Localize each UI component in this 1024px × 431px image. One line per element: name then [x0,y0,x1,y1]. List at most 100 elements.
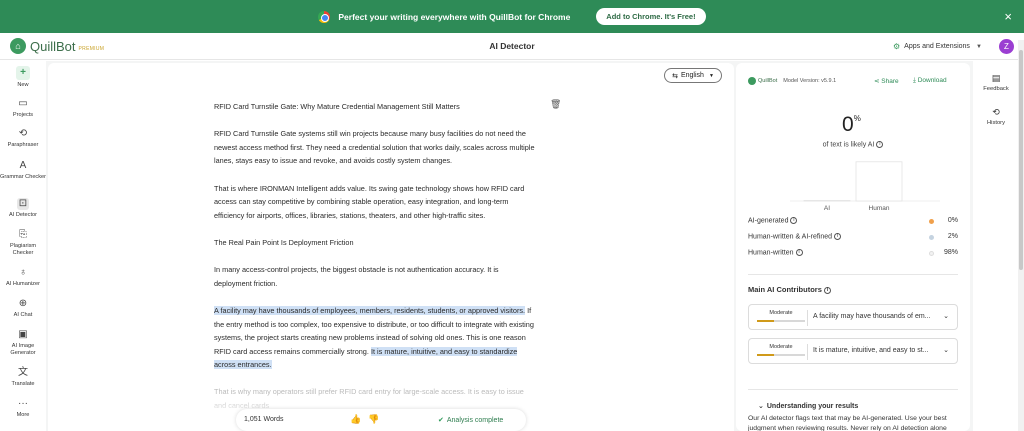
plagiarism-icon: ⎘ [19,229,27,240]
sidebar-item-plagiarism-checker[interactable]: ⎘ Plagiarism Checker [0,229,46,256]
contributor-level: Moderate [769,344,793,350]
word-count: 1,051 Words [244,416,284,423]
contributor-text: It is mature, intuitive, and easy to st.… [813,347,929,354]
download-button[interactable]: ⤓ Download [913,77,947,85]
sidebar-item-ai-chat[interactable]: ⊕ AI Chat [0,298,46,319]
contributor-item[interactable]: Moderate It is mature, intuitive, and ea… [748,338,958,364]
chevron-down-icon[interactable]: ⌄ [943,346,949,354]
scrollbar[interactable] [1018,40,1024,431]
ai-detector-icon: ⊡ [17,198,29,210]
add-to-chrome-button[interactable]: Add to Chrome. It's Free! [596,8,706,25]
info-icon[interactable]: i [823,286,831,294]
feedback-icon: ▤ [991,73,1001,83]
paragraph: RFID Card Turnstile Gate systems still w… [214,129,535,166]
sidebar-item-ai-image-generator[interactable]: ▣ AI Image Generator [0,329,46,356]
sidebar-item-label: AI Image Generator [10,343,36,356]
model-version: Model Version: v5.9.1 [783,78,837,84]
download-label: Download [917,77,947,84]
info-icon[interactable]: i [834,233,842,240]
bar-human [855,161,903,202]
contributor-meter [757,354,805,356]
ai-score-value: 0 [842,113,854,136]
score-caption-text: of text is likely AI [822,141,875,149]
divider [748,389,958,390]
contributor-level: Moderate [769,310,793,316]
thumbs-down-icon[interactable]: 👎 [368,414,379,425]
translate-icon: 文 [18,367,28,378]
legend-value: 0% [947,217,958,224]
contributors-title: Main AI Contributors i [748,285,831,294]
quillbot-logo-icon [748,77,756,85]
sidebar-item-translate[interactable]: 文 Translate [0,367,46,388]
sidebar-item-label: Translate [11,381,35,387]
translate-icon: ⇆ [672,72,678,80]
sidebar-item-ai-humanizer[interactable]: ♁ AI Humanizer [0,267,46,288]
legend-dot [929,235,934,240]
doc-title: RFID Card Turnstile Gate: Why Mature Cre… [214,102,460,111]
image-icon: ▣ [18,329,28,340]
contributor-meter-fill [757,354,774,356]
sidebar-item-new[interactable]: + New [0,66,46,89]
app-header: ⌂ QuillBot PREMIUM AI Detector ⚙ Apps an… [0,33,1024,60]
language-label: English [680,72,704,79]
trash-icon[interactable]: 🗑 [550,99,561,110]
chevron-down-icon[interactable]: ⌄ [943,312,949,320]
sidebar-item-projects[interactable]: ▭ Projects [0,98,46,119]
share-icon: ⋖ [874,78,880,85]
history-label: History [986,120,1006,126]
chevron-down-icon: ▼ [975,43,982,50]
chevron-down-icon: ▼ [708,72,714,79]
thumbs-up-icon[interactable]: 👍 [350,414,361,425]
bar-ai [803,200,851,202]
legend-human-ai-refined: Human-written & AI-refined i 2% [748,233,958,240]
share-label: Share [881,78,899,85]
share-button[interactable]: ⋖ Share [874,77,899,85]
sidebar-item-grammar-checker[interactable]: A Grammar Checker [0,160,46,181]
download-icon: ⤓ [913,77,916,84]
folder-icon: ▭ [18,98,28,109]
legend-label: Human-written [748,249,794,257]
apps-extensions-menu[interactable]: ⚙ Apps and Extensions ▼ [893,42,982,51]
editor-status-bar: 1,051 Words 👍 👎 ✔ Analysis complete [236,409,526,431]
history-icon: ⟲ [992,107,1000,117]
contributor-text: A facility may have thousands of em... [813,313,931,320]
puzzle-icon: ⚙ [893,42,901,51]
panel-brand: QuillBot Model Version: v5.9.1 [748,77,836,85]
sidebar-item-more[interactable]: ··· More [0,398,46,419]
plus-icon: + [16,66,30,80]
legend-label: AI-generated [748,217,789,225]
close-icon[interactable]: × [1004,9,1012,24]
divider [748,274,958,275]
legend-ai-generated: AI-generated i 0% [748,217,958,224]
scrollbar-thumb[interactable] [1019,50,1023,270]
divider [807,310,808,326]
legend-human-written: Human-written i 98% [748,249,958,256]
sidebar-item-label: Paraphraser [7,142,39,148]
ai-highlight[interactable]: A facility may have thousands of employe… [214,305,526,315]
sidebar-item-label: New [17,82,29,88]
sidebar-item-ai-detector[interactable]: ⊡ AI Detector [0,198,46,219]
legend-dot [929,219,934,224]
contributor-meter-fill [757,320,774,322]
check-circle-icon: ✔ [438,417,444,424]
feedback-label: Feedback [983,86,1009,92]
understanding-toggle[interactable]: ⌄ Understanding your results [758,402,858,410]
legend-label: Human-written & AI-refined [748,233,833,241]
feedback-button[interactable]: ▤ Feedback [978,73,1014,92]
info-icon[interactable]: i [790,217,798,224]
document-text[interactable]: RFID Card Turnstile Gate: Why Mature Cre… [214,100,536,426]
info-icon[interactable]: i [795,249,803,256]
language-select[interactable]: ⇆ English ▼ [664,68,722,83]
panel-brand-name: QuillBot [758,78,778,84]
section-heading: The Real Pain Point Is Deployment Fricti… [214,237,354,247]
more-icon: ··· [18,398,28,409]
avatar[interactable]: Z [999,39,1014,54]
sidebar-item-label: AI Chat [13,312,33,318]
info-icon[interactable]: i [876,141,884,148]
sidebar-item-label: AI Humanizer [6,281,40,287]
humanizer-icon: ♁ [19,267,27,278]
sidebar-item-paraphraser[interactable]: ⟲ Paraphraser [0,128,46,149]
ai-score: 0% [842,113,861,137]
contributor-item[interactable]: Moderate A facility may have thousands o… [748,304,958,330]
history-button[interactable]: ⟲ History [978,107,1014,126]
